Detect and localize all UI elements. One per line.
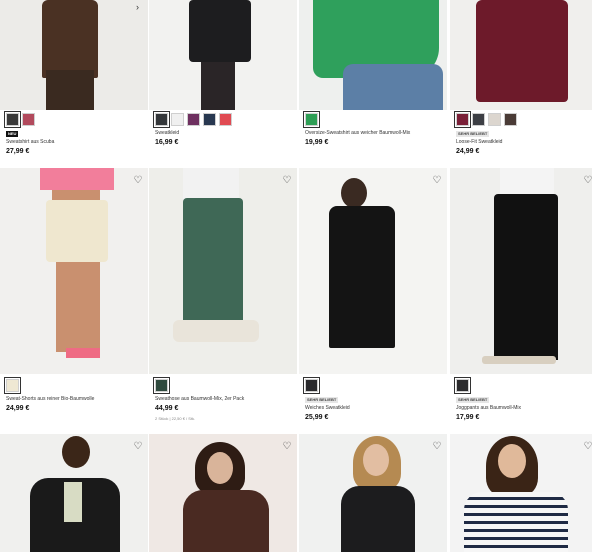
product-name[interactable]: Sweathose aus Baumwoll-Mix, 2er Pack [155,396,244,403]
model-shoes [173,320,259,342]
color-swatches [153,111,232,128]
color-swatch[interactable] [171,113,184,126]
product-price: 17,99 € [456,414,480,421]
color-swatch[interactable] [153,377,170,394]
product-price: 16,99 € [155,139,179,146]
color-swatch[interactable] [153,111,170,128]
product-badge: SEHR BELIEBT [456,131,490,137]
product-price: 24,99 € [6,405,30,412]
product-price: 27,99 € [6,148,30,155]
heart-icon[interactable]: ♡ [431,441,443,453]
color-swatch[interactable] [454,377,471,394]
color-swatch[interactable] [4,377,21,394]
color-swatches [153,377,170,394]
model-shorts [46,200,108,262]
chevron-right-icon[interactable]: › [136,2,146,12]
product-image[interactable] [299,0,447,110]
color-swatch[interactable] [4,111,21,128]
product-name[interactable]: Weiches Sweatkleid [305,405,350,412]
color-swatch[interactable] [22,113,35,126]
color-swatch[interactable] [504,113,517,126]
product-image[interactable]: ♡ [149,434,297,552]
model-legs [56,262,100,352]
product-image[interactable] [149,0,297,110]
model-shoes [482,356,556,364]
model-shirt [64,482,82,522]
model-dress [329,206,395,348]
model-head [341,178,367,208]
color-swatch[interactable] [303,111,320,128]
product-image[interactable]: ♡ [450,434,592,552]
product-name[interactable]: Sweatshirt aus Scuba [6,139,54,146]
color-swatch[interactable] [303,377,320,394]
color-swatch[interactable] [488,113,501,126]
product-image[interactable] [450,0,592,110]
color-swatch[interactable] [454,111,471,128]
model-body [476,0,568,102]
product-image[interactable]: ♡ [299,168,447,374]
color-swatch[interactable] [472,113,485,126]
product-image[interactable]: ♡ [0,168,148,374]
product-image[interactable]: ♡ [450,168,592,374]
model-body [189,0,251,62]
product-name[interactable]: Joggpants aus Baumwoll-Mix [456,405,521,412]
color-swatch[interactable] [219,113,232,126]
model-head [62,436,90,468]
heart-icon[interactable]: ♡ [582,175,592,187]
model-pants [183,198,243,328]
heart-icon[interactable]: ♡ [132,175,144,187]
product-name[interactable]: Oversize-Sweatshirt aus weicher Baumwoll… [305,130,410,137]
product-badge: NEU [6,131,19,137]
product-image[interactable]: › [0,0,148,110]
model-pants [494,194,558,360]
color-swatches [303,377,320,394]
color-swatches [454,111,517,128]
product-price: 24,99 € [456,148,480,155]
model-legs [201,62,235,110]
model-face [363,444,389,476]
color-swatches [303,111,320,128]
model-body [42,0,98,78]
color-swatches [4,377,21,394]
product-badge: SEHR BELIEBT [456,397,490,403]
model-legs [46,70,94,110]
product-image[interactable]: ♡ [149,168,297,374]
model-top [40,168,114,190]
heart-icon[interactable]: ♡ [431,175,443,187]
product-name[interactable]: Loose-Fit Sweatkleid [456,139,502,146]
product-name[interactable]: Sweatkleid [155,130,179,137]
color-swatch[interactable] [203,113,216,126]
product-badge: SEHR BELIEBT [305,397,339,403]
product-unit-price: 2 Stück | 22,50 € / Stk. [155,416,196,421]
color-swatches [4,111,35,128]
model-face [498,444,526,478]
heart-icon[interactable]: ♡ [281,175,293,187]
model-body [341,486,415,552]
product-name[interactable]: Sweat-Shorts aus reiner Bio-Baumwolle [6,396,94,403]
color-swatch[interactable] [187,113,200,126]
product-price: 19,99 € [305,139,329,146]
heart-icon[interactable]: ♡ [132,441,144,453]
heart-icon[interactable]: ♡ [281,441,293,453]
heart-icon[interactable]: ♡ [582,441,592,453]
product-price: 44,99 € [155,405,179,412]
model-shoes [66,348,100,358]
model-legs [343,64,443,110]
color-swatches [454,377,471,394]
model-body [183,490,269,552]
model-body [464,492,568,552]
model-face [207,452,233,484]
product-image[interactable]: ♡ [299,434,447,552]
product-image[interactable]: ♡ [0,434,148,552]
product-price: 25,99 € [305,414,329,421]
